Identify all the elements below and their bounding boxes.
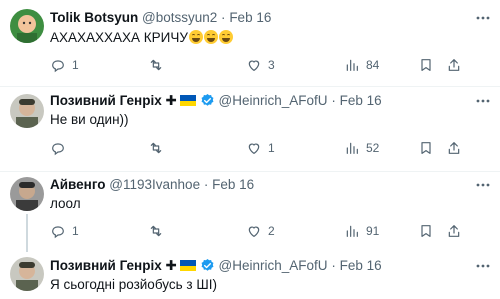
like-count: 1 (268, 141, 275, 155)
views-button[interactable]: 91 (344, 221, 379, 241)
tweet-text: АХАХАХХАХА КРИЧУ (50, 29, 233, 47)
like-button[interactable]: 3 (246, 55, 275, 75)
views-count: 84 (366, 58, 380, 72)
share-icon (448, 225, 460, 237)
reply-count: 1 (72, 224, 79, 238)
tweet-item[interactable]: Позивний Генріх ✚ @Heinrich_AFofU · Feb … (0, 252, 500, 299)
avatar[interactable] (10, 257, 44, 291)
tweet-header: Tolik Botsyun @botssyun2 · Feb 16 (50, 8, 271, 28)
laughing-emoji-icon (188, 30, 203, 44)
verified-badge-icon (201, 93, 214, 106)
author-handle[interactable]: @1193Ivanhoe (109, 177, 200, 192)
reply-icon (52, 143, 64, 156)
avatar[interactable] (10, 94, 44, 128)
views-chart-icon (346, 142, 358, 154)
tweet-header: Айвенго @1193Ivanhoe · Feb 16 (50, 175, 254, 195)
tweet-item[interactable]: Позивний Генріх ✚ @Heinrich_AFofU · Feb … (0, 87, 500, 171)
views-chart-icon (346, 59, 358, 71)
tweet-item[interactable]: Айвенго @1193Ivanhoe · Feb 16 лоол 1 2 9… (0, 172, 500, 252)
reply-count: 1 (72, 58, 79, 72)
retweet-button[interactable] (148, 221, 170, 241)
author-name[interactable]: Айвенго (50, 177, 106, 192)
tweet-date[interactable]: Feb 16 (229, 10, 271, 25)
share-button[interactable] (446, 138, 462, 158)
reply-button[interactable]: 1 (50, 221, 79, 241)
tweet-text: Я сьогодні розйобусь з ШІ) (50, 277, 217, 292)
reply-icon (52, 60, 64, 73)
tweet-text: Не ви один)) (50, 112, 129, 127)
heart-icon (248, 143, 260, 155)
share-button[interactable] (446, 55, 462, 75)
more-options-icon[interactable] (474, 176, 492, 194)
bookmark-button[interactable] (418, 221, 434, 241)
tweet-text-content: АХАХАХХАХА КРИЧУ (50, 30, 188, 45)
author-handle[interactable]: @Heinrich_AFofU (219, 93, 328, 108)
separator-dot: · (203, 177, 209, 192)
bookmark-icon (421, 59, 431, 71)
reply-icon (52, 226, 64, 239)
like-count: 2 (268, 224, 275, 238)
author-handle[interactable]: @Heinrich_AFofU (219, 258, 328, 273)
author-handle[interactable]: @botssyun2 (142, 10, 217, 25)
author-name[interactable]: Tolik Botsyun (50, 10, 138, 25)
more-options-icon[interactable] (474, 9, 492, 27)
ukraine-flag-icon (179, 260, 196, 271)
tweet-actions: 1 52 (50, 138, 492, 158)
tweet-actions: 1 3 84 (50, 55, 492, 75)
author-name[interactable]: Позивний Генріх ✚ (50, 258, 177, 273)
tweet-date[interactable]: Feb 16 (340, 258, 382, 273)
like-button[interactable]: 2 (246, 221, 275, 241)
more-options-icon[interactable] (474, 92, 492, 110)
bookmark-icon (421, 225, 431, 237)
heart-icon (248, 60, 260, 72)
avatar[interactable] (10, 177, 44, 211)
tweet-header: Позивний Генріх ✚ @Heinrich_AFofU · Feb … (50, 91, 382, 111)
avatar[interactable] (10, 9, 44, 43)
like-button[interactable]: 1 (246, 138, 275, 158)
tweet-header: Позивний Генріх ✚ @Heinrich_AFofU · Feb … (50, 256, 382, 276)
bookmark-button[interactable] (418, 138, 434, 158)
bookmark-icon (421, 142, 431, 154)
retweet-icon (150, 225, 162, 237)
laughing-emoji-icon (218, 30, 233, 44)
separator-dot: · (331, 93, 336, 108)
views-count: 91 (366, 224, 380, 238)
verified-badge-icon (201, 258, 214, 271)
ukraine-flag-icon (179, 95, 196, 106)
reply-button[interactable]: 1 (50, 55, 79, 75)
separator-dot: · (221, 10, 226, 25)
views-button[interactable]: 84 (344, 55, 379, 75)
share-icon (448, 142, 460, 154)
reply-button[interactable] (50, 138, 72, 158)
retweet-button[interactable] (148, 138, 170, 158)
tweet-text: лоол (50, 196, 81, 211)
bookmark-button[interactable] (418, 55, 434, 75)
tweet-item[interactable]: Tolik Botsyun @botssyun2 · Feb 16 АХАХАХ… (0, 0, 500, 86)
share-button[interactable] (446, 221, 462, 241)
retweet-icon (150, 142, 162, 154)
heart-icon (248, 226, 260, 238)
more-options-icon[interactable] (474, 257, 492, 275)
tweet-date[interactable]: Feb 16 (212, 177, 254, 192)
tweet-actions: 1 2 91 (50, 221, 492, 241)
tweet-date[interactable]: Feb 16 (340, 93, 382, 108)
views-count: 52 (366, 141, 380, 155)
like-count: 3 (268, 58, 275, 72)
views-chart-icon (346, 225, 358, 237)
share-icon (448, 59, 460, 71)
separator-dot: · (331, 258, 336, 273)
views-button[interactable]: 52 (344, 138, 379, 158)
retweet-icon (150, 59, 162, 71)
retweet-button[interactable] (148, 55, 170, 75)
author-name[interactable]: Позивний Генріх ✚ (50, 93, 177, 108)
thread-connector-line (26, 214, 28, 252)
laughing-emoji-icon (203, 30, 218, 44)
